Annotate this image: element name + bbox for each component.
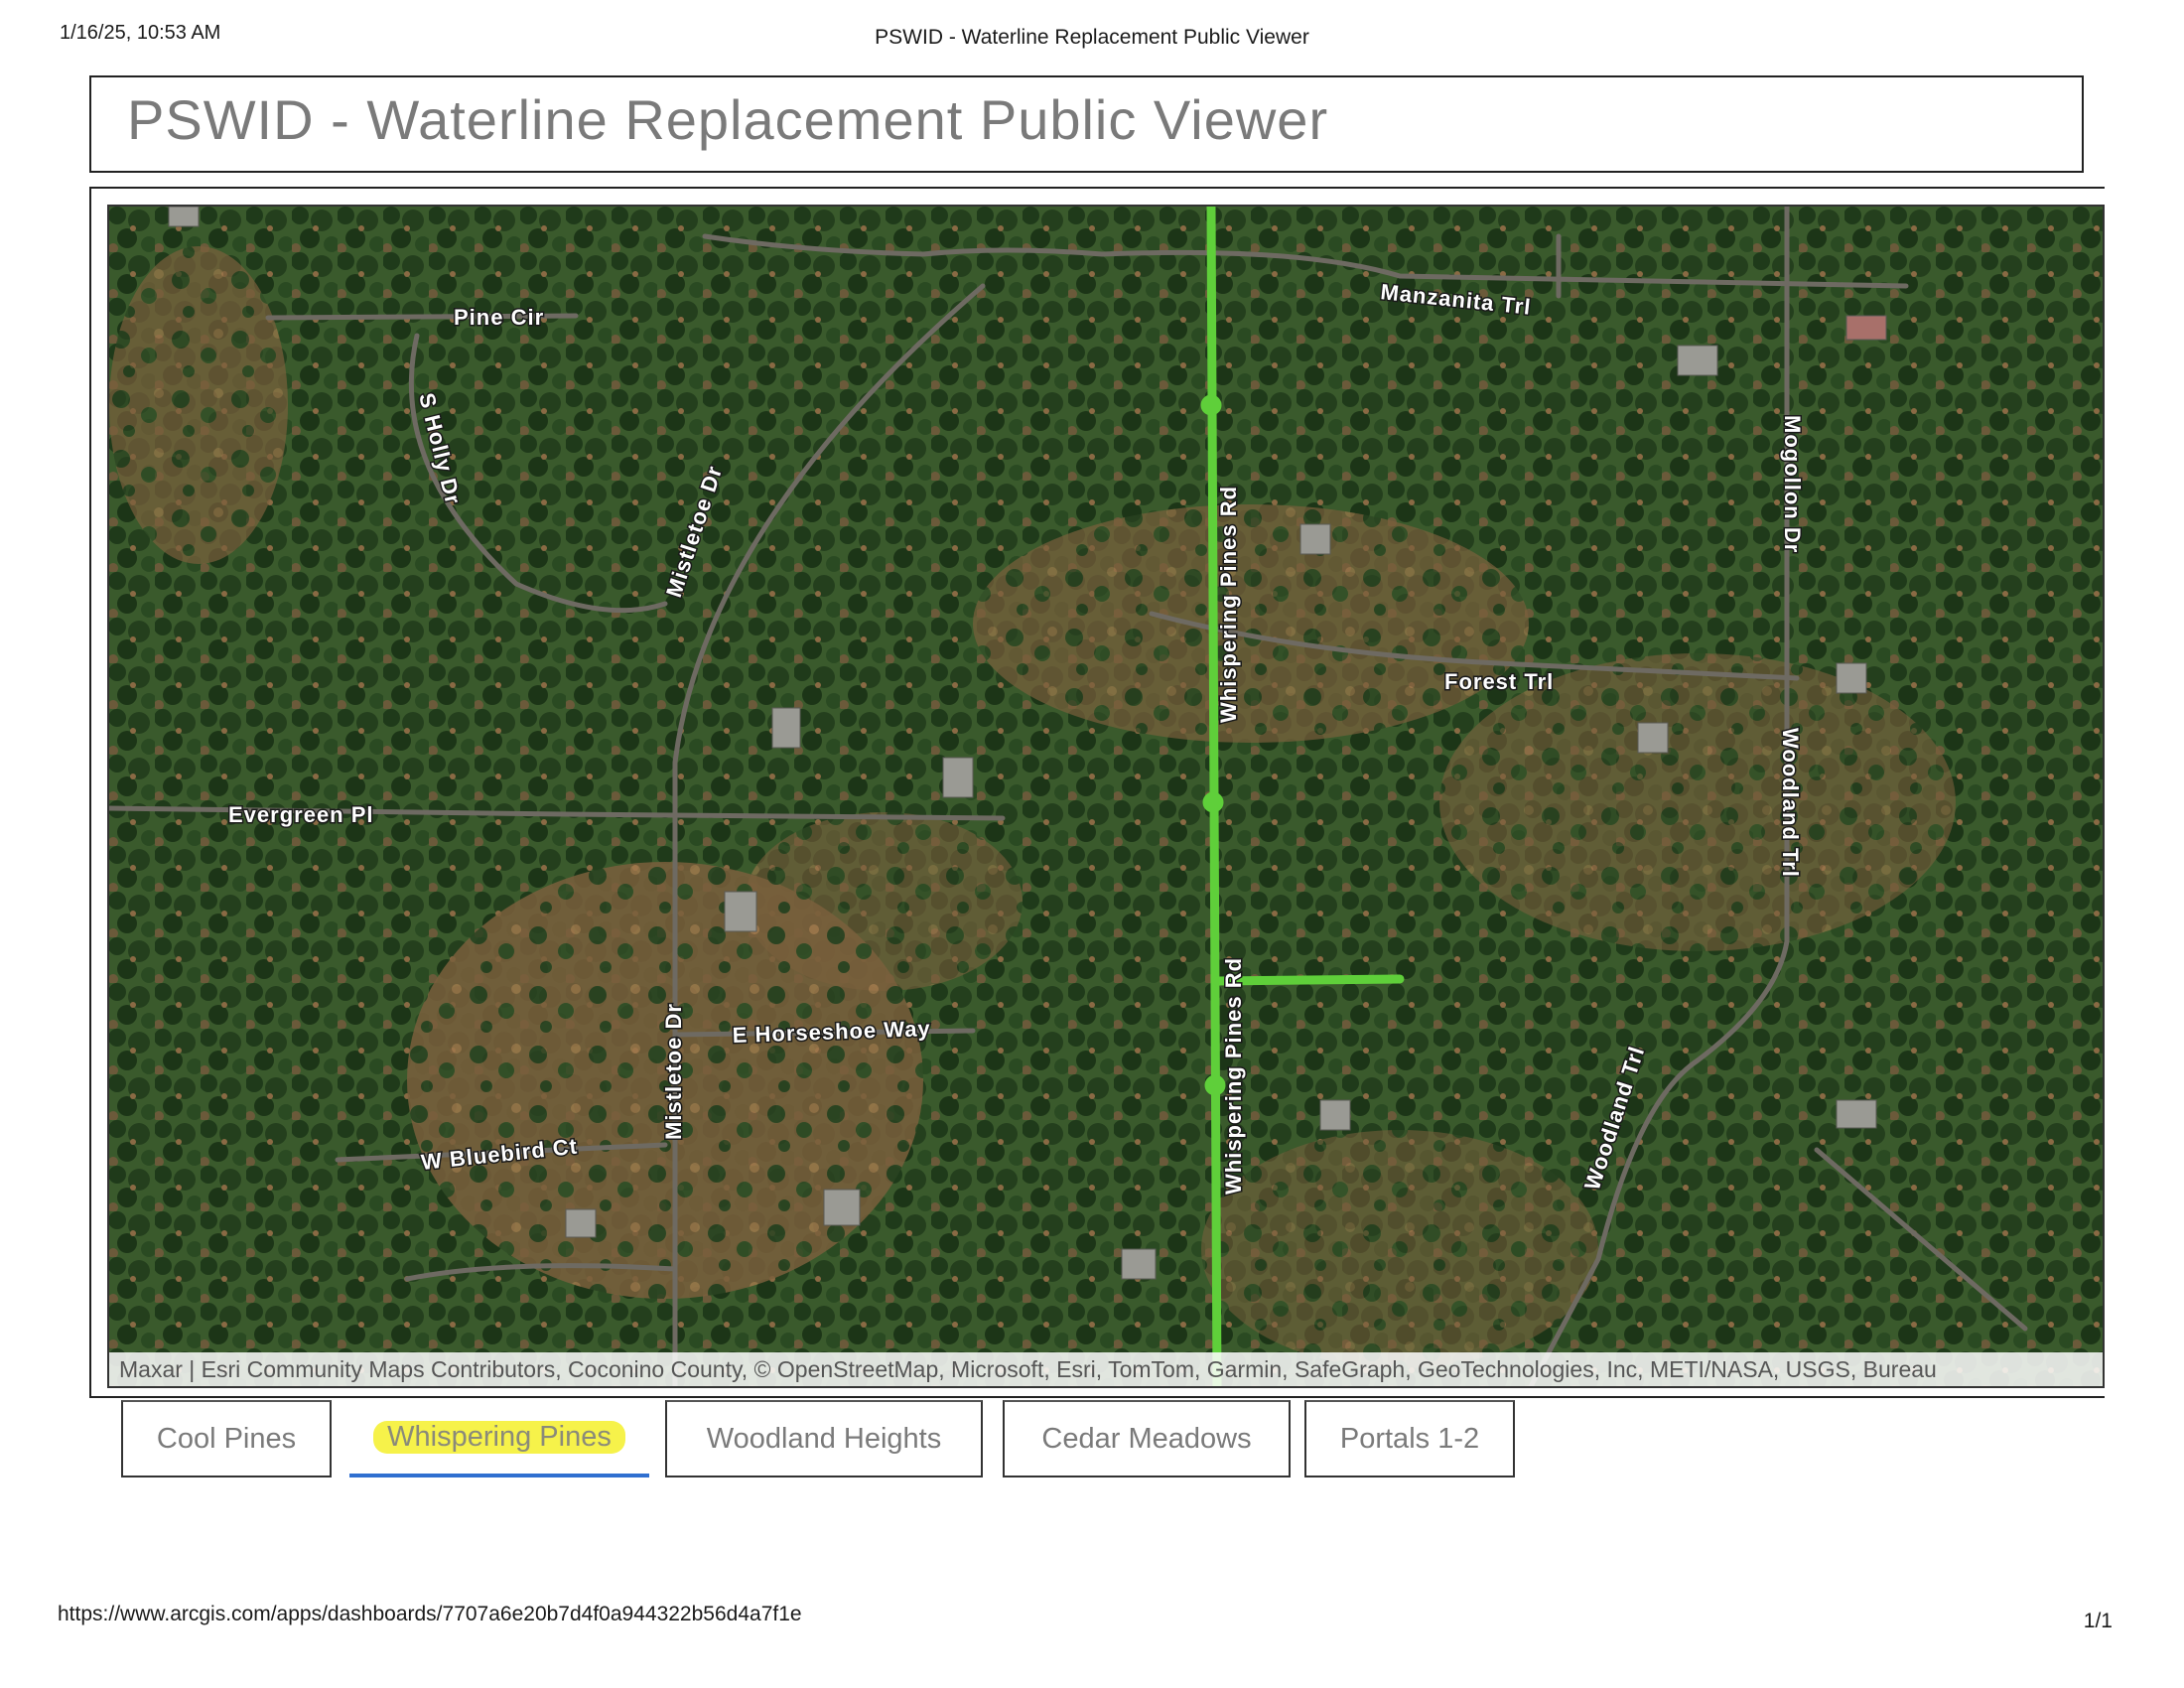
tab-label: Portals 1-2	[1339, 1422, 1480, 1455]
street-label-woodland-trl-north: Woodland Trl	[1778, 728, 1803, 878]
building	[168, 207, 200, 227]
building	[1845, 315, 1887, 341]
clearing-area	[1201, 1130, 1598, 1368]
waterline-node	[1202, 791, 1224, 813]
building	[942, 757, 974, 798]
tab-label: Cedar Meadows	[1041, 1422, 1252, 1455]
tab-cedar-meadows[interactable]: Cedar Meadows	[1003, 1400, 1291, 1477]
print-page-number: 1/1	[2083, 1610, 2113, 1632]
street-label-mogollon-dr: Mogollon Dr	[1780, 415, 1805, 553]
tab-label: Cool Pines	[156, 1422, 297, 1455]
building	[724, 891, 757, 932]
clearing-area	[1439, 653, 1956, 951]
dashboard-header: PSWID - Waterline Replacement Public Vie…	[89, 75, 2084, 173]
street-label-mistletoe-dr-south: Mistletoe Dr	[661, 1003, 686, 1140]
waterline-node	[1200, 394, 1222, 416]
building	[1637, 722, 1669, 754]
waterline-node	[1204, 1074, 1226, 1096]
clearing-area	[745, 812, 1023, 991]
building	[1319, 1099, 1351, 1131]
building	[823, 1189, 861, 1226]
map-attribution: Maxar | Esri Community Maps Contributors…	[109, 1352, 2103, 1386]
tab-cool-pines[interactable]: Cool Pines	[121, 1400, 332, 1477]
street-label-forest-trl: Forest Trl	[1444, 669, 1554, 694]
building	[771, 707, 801, 749]
dashboard-title: PSWID - Waterline Replacement Public Vie…	[127, 88, 1329, 151]
map-view[interactable]: Manzanita Trl Pine Cir S Holly Dr Mistle…	[107, 205, 2105, 1388]
building	[565, 1208, 597, 1238]
tab-portals-1-2[interactable]: Portals 1-2	[1304, 1400, 1515, 1477]
building	[1299, 523, 1331, 555]
building	[1121, 1248, 1157, 1280]
clearing-area	[973, 504, 1529, 743]
building	[1677, 345, 1718, 376]
print-url: https://www.arcgis.com/apps/dashboards/7…	[58, 1603, 802, 1625]
clearing-area	[109, 246, 288, 564]
tab-label: Woodland Heights	[706, 1422, 942, 1455]
tab-woodland-heights[interactable]: Woodland Heights	[665, 1400, 983, 1477]
print-document-title: PSWID - Waterline Replacement Public Vie…	[875, 26, 1309, 49]
street-label-whispering-pines-rd-north: Whispering Pines Rd	[1216, 486, 1241, 723]
tab-whispering-pines[interactable]: Whispering Pines	[349, 1400, 649, 1477]
building	[1836, 1099, 1877, 1129]
building	[1836, 662, 1867, 694]
street-label-pine-cir: Pine Cir	[454, 305, 544, 330]
tab-label: Whispering Pines	[373, 1420, 625, 1454]
street-label-evergreen-pl: Evergreen Pl	[228, 802, 374, 827]
street-label-whispering-pines-rd-south: Whispering Pines Rd	[1221, 957, 1246, 1195]
satellite-map[interactable]: Manzanita Trl Pine Cir S Holly Dr Mistle…	[109, 207, 2105, 1388]
